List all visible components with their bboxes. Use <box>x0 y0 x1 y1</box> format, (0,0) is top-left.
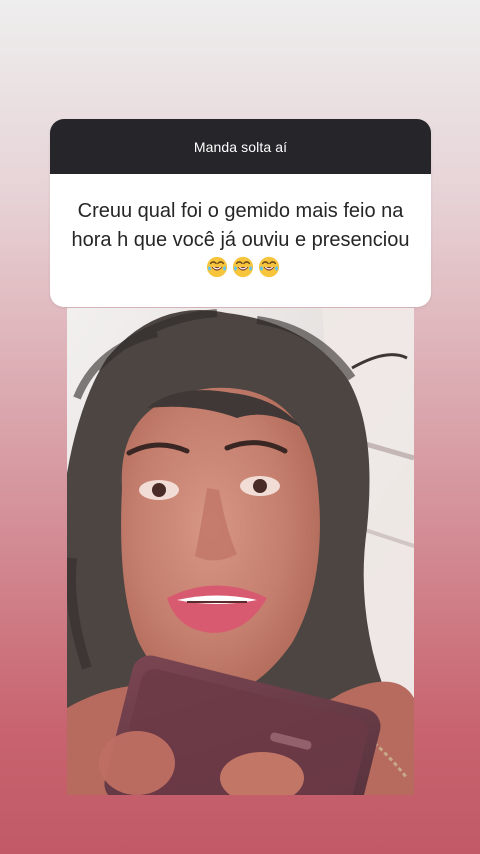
question-text-block: Creuu qual foi o gemido mais feio na hor… <box>68 197 413 284</box>
question-prompt-label: Manda solta aí <box>193 138 288 155</box>
selfie-illustration <box>67 308 414 795</box>
question-answer-area: Creuu qual foi o gemido mais feio na hor… <box>50 174 431 307</box>
left-hand-shape <box>99 731 175 795</box>
selfie-photo <box>67 308 414 795</box>
question-sticker[interactable]: Manda solta aí Creuu qual foi o gemido m… <box>50 119 431 307</box>
laughing-emoji-icon <box>232 256 253 278</box>
question-text: Creuu qual foi o gemido mais feio na hor… <box>71 200 410 251</box>
laughing-emoji-icon <box>206 256 227 278</box>
emoji-row <box>206 256 280 278</box>
question-prompt-header: Manda solta aí <box>50 119 431 174</box>
laughing-emoji-icon <box>258 256 279 278</box>
